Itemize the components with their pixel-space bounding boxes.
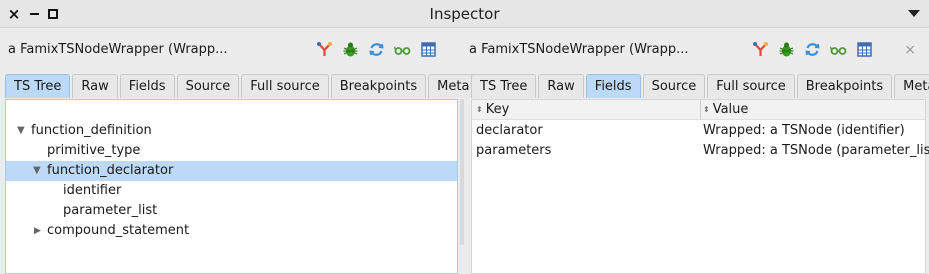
right-tab-bar: TS Tree Raw Fields Source Full source Br… (471, 74, 929, 98)
tab-ts-tree[interactable]: TS Tree (471, 74, 537, 98)
fields-table: ⬍ Key ⬍ Value declarator Wrapped: a TSNode… (471, 99, 929, 274)
tab-source[interactable]: Source (642, 74, 706, 98)
expanded-arrow-icon[interactable]: ▼ (17, 121, 27, 141)
table-header: ⬍ Key ⬍ Value (472, 100, 925, 120)
left-toolbar (316, 41, 437, 58)
tab-fields[interactable]: Fields (119, 74, 175, 98)
tab-raw[interactable]: Raw (538, 74, 584, 98)
left-pane-header: a FamixTSNodeWrapper (Wrapp... (0, 29, 465, 71)
glasses-icon[interactable] (394, 41, 411, 58)
tab-full-source[interactable]: Full source (707, 74, 795, 98)
field-value: Wrapped: a TSNode (parameter_list) (703, 143, 929, 158)
left-inspector-pane: a FamixTSNodeWrapper (Wrapp... TS Tree R… (0, 29, 479, 274)
tree-item-function-declarator[interactable]: ▼ function_declarator (6, 161, 457, 181)
sort-icon: ⬍ (703, 105, 710, 114)
column-header-value[interactable]: ⬍ Value (703, 100, 748, 120)
right-toolbar (752, 41, 873, 58)
tree-item-label: parameter_list (63, 203, 158, 218)
collapsed-arrow-icon[interactable]: ▶ (34, 221, 44, 241)
tree-item-parameter-list[interactable]: parameter_list (6, 201, 457, 221)
window-title: Inspector (429, 5, 500, 23)
window-menu-icon[interactable] (908, 10, 920, 17)
tab-ts-tree[interactable]: TS Tree (5, 74, 71, 98)
left-tab-bar: TS Tree Raw Fields Source Full source Br… (5, 74, 479, 98)
tab-full-source[interactable]: Full source (241, 74, 329, 98)
grid-icon[interactable] (420, 41, 437, 58)
tree-item-compound-statement[interactable]: ▶ compound_statement (6, 221, 457, 241)
sort-icon: ⬍ (476, 105, 483, 114)
pane-splitter[interactable] (460, 99, 464, 245)
tab-fields[interactable]: Fields (585, 74, 641, 98)
right-inspector-pane: a FamixTSNodeWrapper (Wrapp... × TS Tree… (466, 29, 929, 274)
fork-icon[interactable] (316, 41, 333, 58)
tree-item-label: compound_statement (47, 223, 190, 238)
right-pane-header: a FamixTSNodeWrapper (Wrapp... × (466, 29, 929, 71)
column-header-key[interactable]: ⬍ Key (476, 100, 509, 120)
left-pane-title: a FamixTSNodeWrapper (Wrapp... (8, 42, 228, 57)
window-titlebar: × Inspector (0, 0, 929, 28)
column-divider[interactable] (700, 100, 701, 120)
glasses-icon[interactable] (830, 41, 847, 58)
ts-tree-view[interactable]: ▼ function_definition primitive_type ▼ f… (5, 99, 458, 274)
tree-item-function-definition[interactable]: ▼ function_definition (6, 121, 457, 141)
right-pane-title: a FamixTSNodeWrapper (Wrapp... (469, 42, 689, 57)
column-header-label: Value (712, 102, 749, 117)
tree-item-label: primitive_type (47, 143, 141, 158)
tab-breakpoints[interactable]: Breakpoints (330, 74, 427, 98)
refresh-icon[interactable] (368, 41, 385, 58)
expanded-arrow-icon[interactable]: ▼ (33, 161, 43, 181)
tree-item-label: function_declarator (47, 163, 174, 178)
tree-item-primitive-type[interactable]: primitive_type (6, 141, 457, 161)
table-row[interactable]: parameters Wrapped: a TSNode (parameter_… (472, 141, 929, 161)
bug-icon[interactable] (342, 41, 359, 58)
tab-raw[interactable]: Raw (72, 74, 118, 98)
tab-breakpoints[interactable]: Breakpoints (796, 74, 893, 98)
tree-item-identifier[interactable]: identifier (6, 181, 457, 201)
grid-icon[interactable] (856, 41, 873, 58)
tree-item-label: function_definition (31, 123, 152, 138)
fork-icon[interactable] (752, 41, 769, 58)
bug-icon[interactable] (778, 41, 795, 58)
tab-source[interactable]: Source (176, 74, 240, 98)
tree-item-label: identifier (63, 183, 122, 198)
column-header-label: Key (485, 102, 510, 117)
table-row[interactable]: declarator Wrapped: a TSNode (identifier… (472, 121, 925, 141)
field-value: Wrapped: a TSNode (identifier) (703, 123, 905, 138)
field-key: parameters (476, 143, 552, 158)
field-key: declarator (476, 123, 543, 138)
close-pane-icon[interactable]: × (904, 42, 916, 58)
refresh-icon[interactable] (804, 41, 821, 58)
tab-meta[interactable]: Meta (894, 74, 929, 98)
